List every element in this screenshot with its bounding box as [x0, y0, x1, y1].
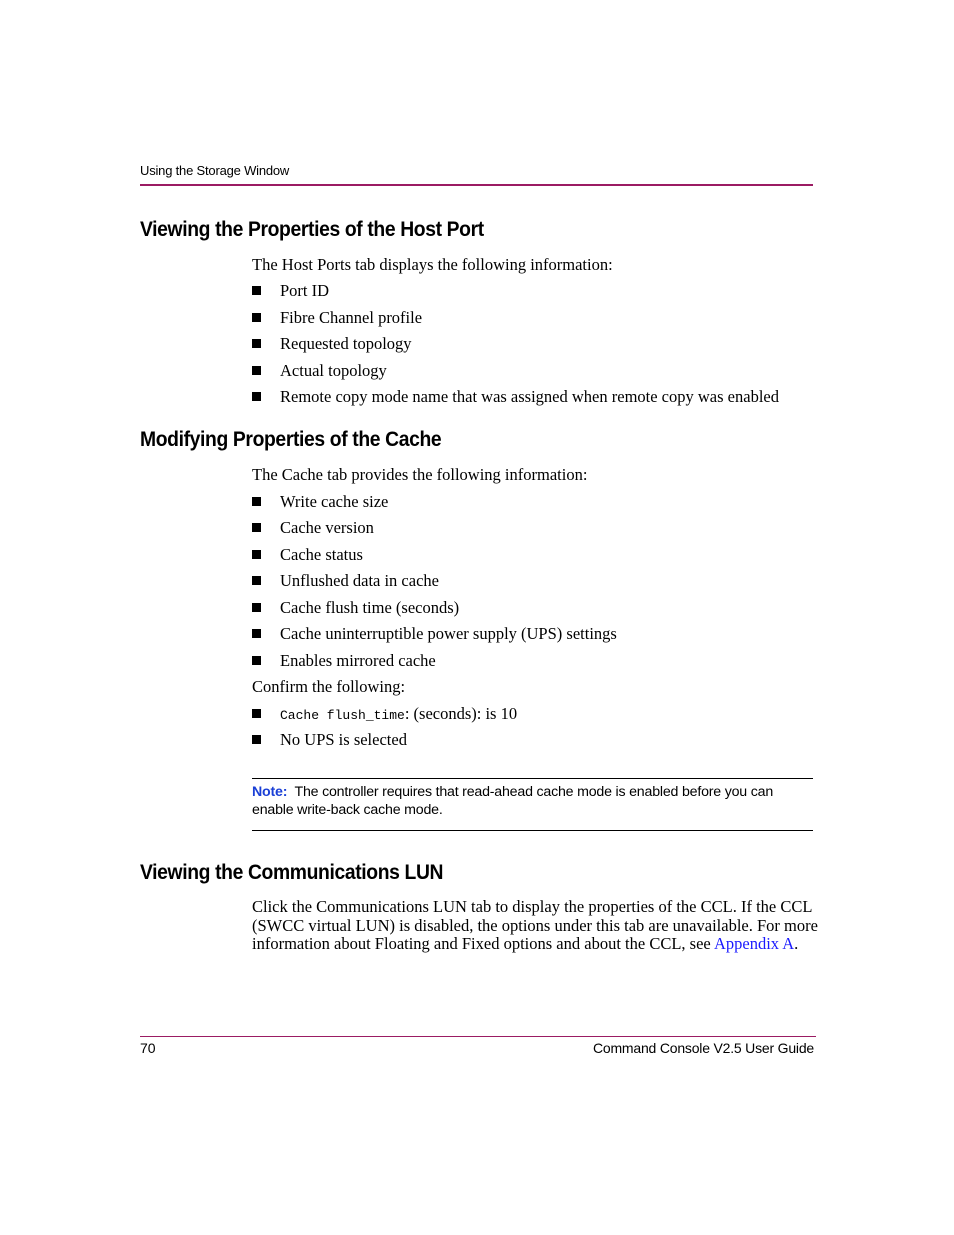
bullet-icon: [252, 523, 261, 532]
page-number: 70: [140, 1040, 156, 1056]
bullet-icon: [252, 709, 261, 718]
bullet-icon: [252, 576, 261, 585]
bullet-icon: [252, 392, 261, 401]
bullet-icon: [252, 339, 261, 348]
confirm-intro: Confirm the following:: [252, 677, 406, 696]
bullet-icon: [252, 313, 261, 322]
bullet-icon: [252, 603, 261, 612]
bullet-icon: [252, 735, 261, 744]
communications-lun-paragraph: Click the Communications LUN tab to disp…: [252, 897, 818, 954]
note-top-rule: [252, 778, 813, 779]
note-label: Note:: [252, 784, 288, 800]
bullet-icon: [252, 629, 261, 638]
bullet-icon: [252, 550, 261, 559]
running-header: Using the Storage Window: [140, 163, 290, 178]
cache-intro: The Cache tab provides the following inf…: [252, 465, 588, 484]
host-port-intro: The Host Ports tab displays the followin…: [252, 255, 613, 274]
bullet-icon: [252, 366, 261, 375]
section-heading-cache: Modifying Properties of the Cache: [140, 428, 442, 451]
note-box: Note: The controller requires that read-…: [252, 783, 817, 819]
note-bottom-rule: [252, 830, 813, 831]
note-text: The controller requires that read-ahead …: [252, 784, 774, 818]
book-title: Command Console V2.5 User Guide: [592, 1040, 814, 1056]
footer-rule: [140, 1036, 816, 1037]
section-heading-communications-lun: Viewing the Communications LUN: [140, 861, 444, 884]
bullet-icon: [252, 286, 261, 295]
bullet-icon: [252, 656, 261, 665]
bullet-icon: [252, 497, 261, 506]
appendix-a-link[interactable]: Appendix A: [714, 934, 794, 954]
header-rule: [140, 184, 813, 186]
section-heading-host-port: Viewing the Properties of the Host Port: [140, 218, 484, 241]
code-text: Cache flush_time: [280, 708, 405, 723]
